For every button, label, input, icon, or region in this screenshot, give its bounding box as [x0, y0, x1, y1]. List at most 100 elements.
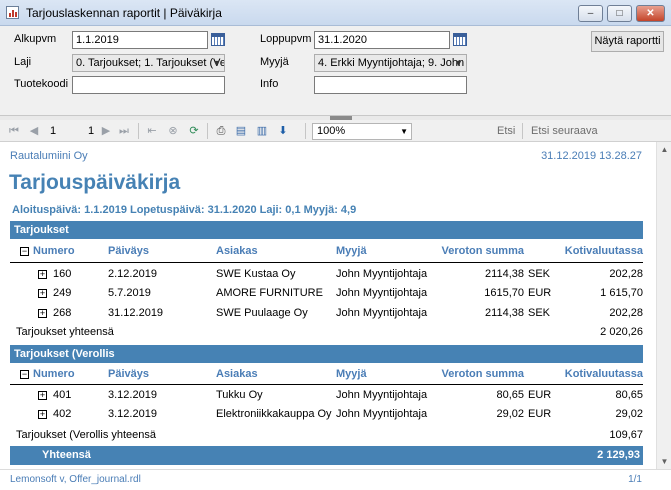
- row-summa: 1615,70: [484, 287, 524, 299]
- tuotekoodi-label: Tuotekoodi: [14, 78, 69, 90]
- row-asiakas: SWE Puulaage Oy: [216, 307, 308, 319]
- row-myyja: John Myyntijohtaja: [336, 307, 428, 319]
- chevron-down-icon: ▼: [400, 127, 408, 136]
- next-page-icon[interactable]: ▶: [99, 124, 113, 138]
- refresh-icon[interactable]: ⟳: [187, 124, 201, 138]
- grand-total-band: Yhteensä 2 129,93: [10, 446, 643, 465]
- alkupvm-input[interactable]: 1.1.2019: [72, 31, 208, 49]
- row-valuutta: SEK: [528, 307, 551, 319]
- close-button[interactable]: ✕: [636, 5, 665, 22]
- first-page-icon[interactable]: ⏮: [7, 124, 21, 138]
- toolbar-separator: [305, 123, 306, 139]
- previous-page-icon[interactable]: ◀: [27, 124, 41, 138]
- calendar-icon[interactable]: [453, 33, 467, 46]
- footer-page: 1/1: [628, 474, 642, 485]
- export-icon[interactable]: ⬇: [276, 124, 290, 138]
- row-valuutta: EUR: [528, 287, 552, 299]
- row-paivays: 2.12.2019: [108, 268, 157, 280]
- show-report-button[interactable]: Näytä raportti: [591, 31, 664, 52]
- zoom-select[interactable]: 100% ▼: [312, 123, 412, 140]
- row-numero: 402: [53, 408, 72, 420]
- chevron-down-icon: ▼: [212, 58, 221, 68]
- find-next-link[interactable]: Etsi seuraava: [531, 125, 598, 137]
- page-setup-icon[interactable]: ▥: [255, 124, 269, 138]
- row-koti: 80,65: [615, 389, 643, 401]
- header-rule: [10, 384, 643, 385]
- row-koti: 202,28: [609, 307, 643, 319]
- report-criteria: Aloituspäivä: 1.1.2019 Lopetuspäivä: 31.…: [12, 204, 357, 216]
- vertical-scrollbar[interactable]: ▲ ▼: [656, 142, 671, 469]
- row-koti: 1 615,70: [600, 287, 643, 299]
- expand-icon[interactable]: +: [38, 270, 47, 279]
- row-asiakas: Elektroniikkakauppa Oy: [216, 408, 332, 420]
- group1-total-label: Tarjoukset yhteensä: [16, 326, 114, 338]
- app-icon: [6, 6, 19, 19]
- current-page[interactable]: 1: [50, 125, 56, 137]
- row-summa: 2114,38: [485, 268, 524, 280]
- row-numero: 249: [53, 287, 72, 299]
- print-layout-icon[interactable]: ▤: [234, 124, 248, 138]
- minimize-button[interactable]: –: [578, 5, 603, 22]
- grand-total-label: Yhteensä: [42, 449, 91, 461]
- collapse-icon[interactable]: −: [20, 247, 29, 256]
- myyja-label: Myyjä: [260, 56, 289, 68]
- laji-value: 0. Tarjoukset; 1. Tarjoukset (Ve: [76, 57, 225, 69]
- tuotekoodi-input[interactable]: [72, 76, 225, 94]
- col-veroton-summa: Veroton summa: [441, 368, 524, 380]
- row-koti: 202,28: [609, 268, 643, 280]
- window-title: Tarjouslaskennan raportit | Päiväkirja: [26, 6, 222, 20]
- group-header-tarjoukset: Tarjoukset: [10, 221, 643, 239]
- expand-icon[interactable]: +: [38, 289, 47, 298]
- collapse-icon[interactable]: −: [20, 370, 29, 379]
- col-asiakas: Asiakas: [216, 245, 258, 257]
- row-summa: 2114,38: [485, 307, 524, 319]
- row-myyja: John Myyntijohtaja: [336, 408, 428, 420]
- row-asiakas: SWE Kustaa Oy: [216, 268, 296, 280]
- zoom-value: 100%: [317, 125, 346, 137]
- back-icon[interactable]: ⇤: [145, 124, 159, 138]
- report-title: Tarjouspäiväkirja: [9, 171, 181, 194]
- col-kotivaluutassa: Kotivaluutassa: [564, 368, 643, 380]
- info-input[interactable]: [314, 76, 467, 94]
- row-numero: 401: [53, 389, 72, 401]
- scroll-down-icon[interactable]: ▼: [657, 454, 671, 469]
- toolbar-separator: [207, 123, 208, 139]
- row-valuutta: EUR: [528, 408, 552, 420]
- last-page-icon[interactable]: ⏭: [117, 124, 131, 138]
- row-paivays: 5.7.2019: [108, 287, 151, 299]
- col-myyja: Myyjä: [336, 368, 367, 380]
- expand-icon[interactable]: +: [38, 410, 47, 419]
- col-myyja: Myyjä: [336, 245, 367, 257]
- row-valuutta: EUR: [528, 389, 552, 401]
- toolbar-separator: [522, 123, 523, 139]
- row-numero: 160: [53, 268, 72, 280]
- myyja-select[interactable]: 4. Erkki Myyntijohtaja; 9. John I ▼: [314, 54, 467, 72]
- row-asiakas: Tukku Oy: [216, 389, 263, 401]
- row-paivays: 31.12.2019: [108, 307, 164, 319]
- find-link[interactable]: Etsi: [497, 125, 515, 137]
- group-header-verollis: Tarjoukset (Verollis: [10, 345, 643, 363]
- scroll-up-icon[interactable]: ▲: [657, 142, 671, 157]
- row-koti: 29,02: [615, 408, 643, 420]
- row-valuutta: SEK: [528, 268, 551, 280]
- report-datetime: 31.12.2019 13.28.27: [541, 150, 642, 162]
- footer-source: Lemonsoft v, Offer_journal.rdl: [10, 474, 141, 485]
- maximize-button[interactable]: □: [607, 5, 632, 22]
- expand-icon[interactable]: +: [38, 309, 47, 318]
- laji-select[interactable]: 0. Tarjoukset; 1. Tarjoukset (Ve ▼: [72, 54, 225, 72]
- col-numero: Numero: [33, 245, 75, 257]
- info-label: Info: [260, 78, 279, 90]
- stop-icon[interactable]: ⊗: [166, 124, 180, 138]
- grand-total-value: 2 129,93: [597, 449, 640, 461]
- myyja-value: 4. Erkki Myyntijohtaja; 9. John I: [318, 57, 467, 69]
- calendar-icon[interactable]: [211, 33, 225, 46]
- loppupvm-label: Loppupvm: [260, 33, 312, 45]
- loppupvm-input[interactable]: 31.1.2020: [314, 31, 450, 49]
- row-paivays: 3.12.2019: [108, 389, 157, 401]
- alkupvm-label: Alkupvm: [14, 33, 57, 45]
- col-asiakas: Asiakas: [216, 368, 258, 380]
- company-name: Rautalumiini Oy: [10, 150, 88, 162]
- row-asiakas: AMORE FURNITURE: [216, 287, 323, 299]
- print-icon[interactable]: ⎙: [214, 124, 228, 138]
- expand-icon[interactable]: +: [38, 391, 47, 400]
